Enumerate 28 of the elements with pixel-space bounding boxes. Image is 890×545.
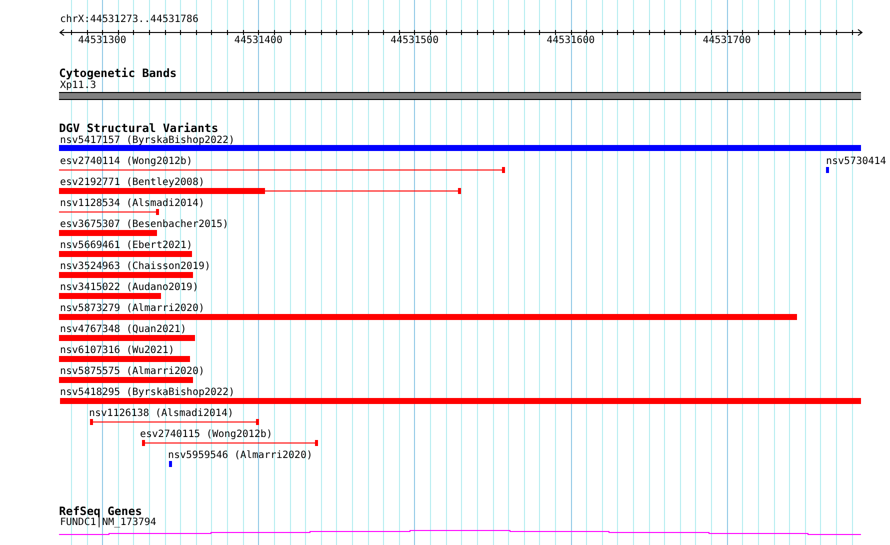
variant-label: nsv5418295 (ByrskaBishop2022)	[60, 387, 235, 399]
ruler-tick-label: 44531700	[702, 35, 751, 47]
variant-label: nsv1126138 (Alsmadi2014)	[89, 408, 234, 420]
variant-label: nsv5669461 (Ebert2021)	[60, 240, 192, 252]
track-title: DGV Structural Variants	[59, 122, 218, 135]
variant-label: nsv5417157 (ByrskaBishop2022)	[60, 135, 235, 147]
cytoband-label: Xp11.3	[60, 80, 96, 92]
region-label: chrX:44531273..44531786	[60, 14, 198, 26]
variant-label: nsv3415022 (Audano2019)	[60, 282, 198, 294]
variant-label: nsv5730414	[826, 156, 886, 168]
track-title: Cytogenetic Bands	[59, 67, 177, 80]
ruler-tick-label: 44531300	[78, 35, 126, 47]
ruler-tick-label: 44531600	[546, 35, 595, 47]
ruler-tick-label: 44531500	[390, 35, 439, 47]
track-title: RefSeq Genes	[59, 505, 142, 518]
variant-label: esv2740115 (Wong2012b)	[140, 429, 272, 441]
variant-label: esv2740114 (Wong2012b)	[60, 156, 192, 168]
variant-label: esv2192771 (Bentley2008)	[60, 177, 204, 189]
variant-label: esv3675307 (Besenbacher2015)	[60, 219, 229, 231]
variant-label: nsv5875575 (Almarri2020)	[60, 366, 204, 378]
variant-label: nsv3524963 (Chaisson2019)	[60, 261, 211, 273]
variant-label: nsv5959546 (Almarri2020)	[168, 450, 312, 462]
variant-label: nsv5873279 (Almarri2020)	[60, 303, 204, 315]
variant-label: nsv1128534 (Alsmadi2014)	[60, 198, 204, 210]
gene-label: FUNDC1|NM_173794	[60, 517, 156, 529]
ruler-tick-label: 44531400	[234, 35, 282, 47]
variant-label: nsv6107316 (Wu2021)	[60, 345, 174, 357]
variant-label: nsv4767348 (Quan2021)	[60, 324, 186, 336]
